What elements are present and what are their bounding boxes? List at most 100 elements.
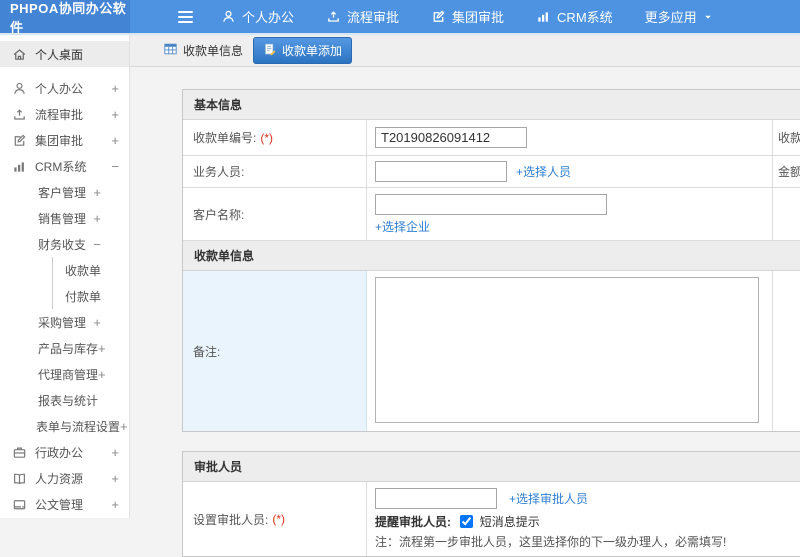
sidebar-item-label: 人力资源 bbox=[35, 471, 84, 486]
bar-chart-icon bbox=[536, 9, 551, 24]
user-icon bbox=[12, 81, 27, 96]
app-logo: PHPOA协同办公软件 bbox=[0, 0, 130, 35]
sidebar-item-label: 个人办公 bbox=[35, 81, 84, 96]
section-header-approver: 审批人员 bbox=[183, 452, 800, 482]
sidebar-item-human-resources[interactable]: 人力资源 + bbox=[0, 465, 129, 491]
sidebar-item-label: 付款单 bbox=[65, 289, 102, 304]
topnav-more-apps[interactable]: 更多应用 bbox=[645, 7, 713, 26]
topnav-crm-system[interactable]: CRM系统 bbox=[536, 7, 613, 26]
approver-cell: +选择审批人员 提醒审批人员: 短消息提示 注：流程第一步审批人员，这里选择你的… bbox=[367, 482, 800, 556]
sidebar-item-product-inventory[interactable]: 产品与库存 + bbox=[0, 335, 129, 361]
select-person-link[interactable]: +选择人员 bbox=[516, 163, 571, 180]
collapse-icon[interactable]: − bbox=[93, 237, 101, 252]
row-approver: 设置审批人员: (*) +选择审批人员 提醒审批人员: 短消息提示 注：流程第一… bbox=[183, 482, 800, 556]
sidebar-item-agent-mgmt[interactable]: 代理商管理 + bbox=[0, 361, 129, 387]
salesperson-input[interactable] bbox=[375, 161, 507, 182]
field-label: 设置审批人员: bbox=[193, 512, 269, 527]
receipt-no-cell bbox=[367, 120, 773, 155]
sidebar-item-label: 流程审批 bbox=[35, 107, 84, 122]
sidebar-item-label: 销售管理 bbox=[38, 211, 87, 226]
sidebar-item-personal-desktop[interactable]: 个人桌面 bbox=[0, 41, 129, 67]
receipt-no-label: 收款单编号: (*) bbox=[183, 120, 367, 155]
sidebar-item-label: 客户管理 bbox=[38, 185, 87, 200]
sidebar-item-form-process-settings[interactable]: 表单与流程设置 + bbox=[0, 413, 129, 439]
required-marker: (*) bbox=[272, 512, 286, 526]
sidebar-item-purchase-mgmt[interactable]: 采购管理 + bbox=[0, 309, 129, 335]
sms-remind-checkbox[interactable] bbox=[460, 515, 474, 528]
table-grid-icon bbox=[163, 42, 178, 59]
expand-icon[interactable]: + bbox=[120, 419, 128, 434]
expand-icon[interactable]: + bbox=[93, 315, 101, 330]
topnav-label: CRM系统 bbox=[557, 10, 613, 25]
sidebar-item-label: 公文管理 bbox=[35, 497, 84, 512]
sidebar-item-admin-office[interactable]: 行政办公 + bbox=[0, 439, 129, 465]
sms-remind-label: 短消息提示 bbox=[479, 515, 540, 529]
empty-cell bbox=[773, 188, 800, 240]
topnav-personal-office[interactable]: 个人办公 bbox=[221, 7, 294, 26]
tab-receipt-add[interactable]: 收款单添加 bbox=[253, 37, 353, 64]
expand-icon[interactable]: + bbox=[111, 133, 119, 148]
sidebar-item-reports-stats[interactable]: 报表与统计 bbox=[0, 387, 129, 413]
row-customer: 客户名称: +选择企业 bbox=[183, 188, 800, 241]
select-company-link[interactable]: +选择企业 bbox=[375, 218, 430, 235]
customer-label: 客户名称: bbox=[183, 188, 367, 240]
topnav-label: 流程审批 bbox=[347, 10, 400, 25]
sidebar-item-label: CRM系统 bbox=[35, 159, 87, 174]
receipt-date-label: 收款单日期: bbox=[773, 120, 800, 155]
amount-label: 金额: bbox=[773, 156, 800, 187]
sidebar-item-process-approval[interactable]: 流程审批 + bbox=[0, 101, 129, 127]
receipt-no-input[interactable] bbox=[375, 127, 527, 148]
approver-label: 设置审批人员: (*) bbox=[183, 482, 367, 556]
sidebar-item-payment[interactable]: 付款单 bbox=[52, 283, 129, 309]
remark-textarea[interactable] bbox=[375, 277, 759, 423]
book-icon bbox=[12, 471, 27, 486]
topnav-label: 个人办公 bbox=[242, 10, 295, 25]
form-table-basic: 基本信息 收款单编号: (*) 收款单日期: 业务人员: +选择人员 bbox=[182, 89, 800, 432]
select-approver-link[interactable]: +选择审批人员 bbox=[509, 490, 588, 507]
expand-icon[interactable]: + bbox=[93, 211, 101, 226]
sidebar-item-crm-system[interactable]: CRM系统 − bbox=[0, 153, 129, 179]
row-receipt-no: 收款单编号: (*) 收款单日期: bbox=[183, 120, 800, 156]
collapse-icon[interactable]: − bbox=[111, 159, 119, 174]
sidebar-item-personal-office[interactable]: 个人办公 + bbox=[0, 75, 129, 101]
expand-icon[interactable]: + bbox=[111, 81, 119, 96]
topnav-label: 集团审批 bbox=[452, 10, 505, 25]
sidebar-item-customer-mgmt[interactable]: 客户管理 + bbox=[0, 179, 129, 205]
expand-icon[interactable]: + bbox=[98, 341, 106, 356]
expand-icon[interactable]: + bbox=[111, 497, 119, 512]
expand-icon[interactable]: + bbox=[98, 367, 106, 382]
approver-input[interactable] bbox=[375, 488, 497, 509]
hamburger-menu-icon[interactable] bbox=[178, 0, 193, 33]
expand-icon[interactable]: + bbox=[111, 107, 119, 122]
topnav-label: 更多应用 bbox=[644, 10, 697, 25]
expand-icon[interactable]: + bbox=[93, 185, 101, 200]
sidebar-item-sales-mgmt[interactable]: 销售管理 + bbox=[0, 205, 129, 231]
topnav-group-approval[interactable]: 集团审批 bbox=[431, 7, 504, 26]
sidebar-item-label: 集团审批 bbox=[35, 133, 84, 148]
sidebar-item-group-approval[interactable]: 集团审批 + bbox=[0, 127, 129, 153]
user-icon bbox=[221, 9, 236, 24]
sidebar-item-label: 报表与统计 bbox=[38, 393, 99, 408]
salesperson-label: 业务人员: bbox=[183, 156, 367, 187]
empty-cell bbox=[773, 271, 800, 431]
sidebar-item-finance[interactable]: 财务收支 − bbox=[0, 231, 129, 257]
sidebar-item-label: 收款单 bbox=[65, 263, 102, 278]
sidebar-item-label: 采购管理 bbox=[38, 315, 87, 330]
expand-icon[interactable]: + bbox=[111, 471, 119, 486]
remark-label: 备注: bbox=[183, 271, 367, 431]
customer-input[interactable] bbox=[375, 194, 607, 215]
sidebar-item-label: 产品与库存 bbox=[38, 341, 99, 356]
expand-icon[interactable]: + bbox=[111, 445, 119, 460]
customer-cell: +选择企业 bbox=[367, 188, 773, 240]
section-header-receipt-info: 收款单信息 bbox=[183, 241, 800, 271]
sidebar-item-label: 表单与流程设置 bbox=[36, 419, 121, 434]
main-content: 收款单信息 收款单添加 基本信息 收款单编号: (*) T20190826091… bbox=[130, 35, 800, 557]
remind-approver-label: 提醒审批人员: bbox=[375, 515, 451, 529]
tab-receipt-info[interactable]: 收款单信息 bbox=[163, 42, 243, 59]
sidebar-item-receipt[interactable]: 收款单 bbox=[52, 257, 129, 283]
topnav-process-approval[interactable]: 流程审批 bbox=[326, 7, 399, 26]
top-bar: PHPOA协同办公软件 个人办公 流程审批 集团审批 CRM系统 更多应用 bbox=[0, 0, 800, 35]
sidebar-item-document-mgmt[interactable]: 公文管理 + bbox=[0, 491, 129, 517]
document-icon bbox=[12, 497, 27, 512]
